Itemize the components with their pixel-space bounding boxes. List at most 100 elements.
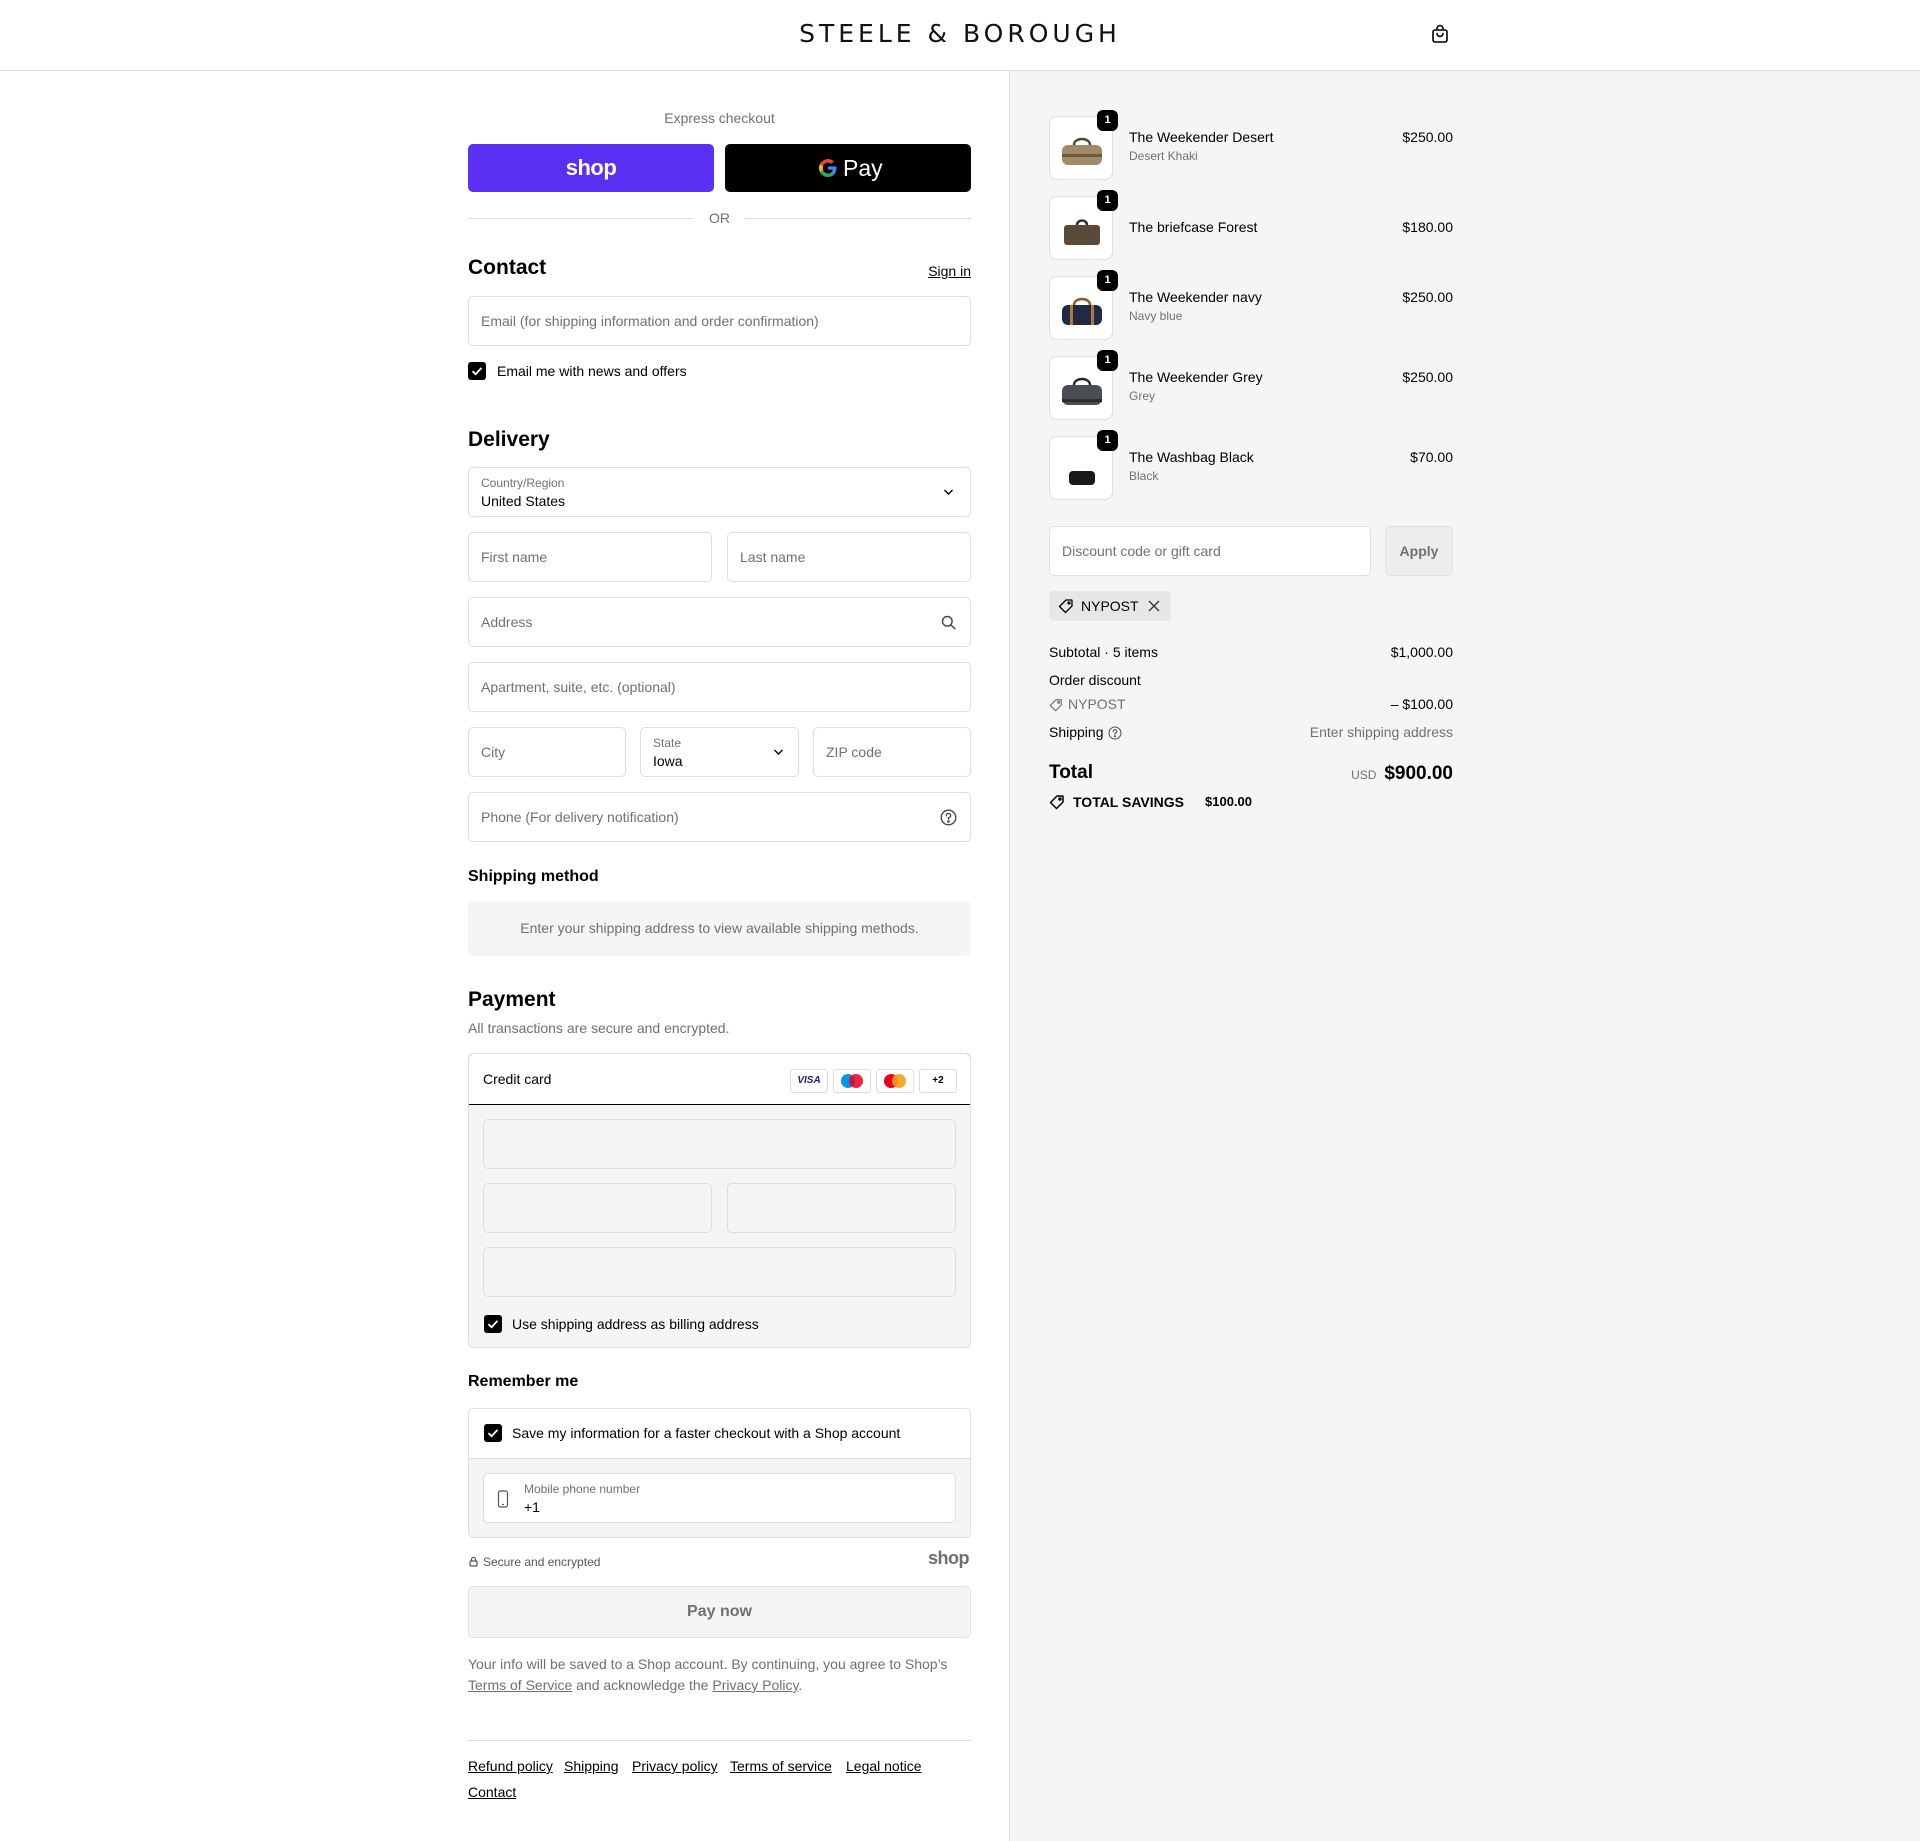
maestro-icon — [833, 1069, 871, 1093]
brand-logo[interactable]: STEELE & BOROUGH — [0, 19, 1920, 48]
order-discount-label: Order discount — [1049, 672, 1141, 688]
phone-placeholder: Phone (For delivery notification) — [481, 809, 679, 825]
state-value: Iowa — [653, 753, 683, 769]
country-select[interactable]: Country/Region United States — [468, 467, 971, 517]
total-row: Total USD $900.00 — [1049, 762, 1453, 792]
product-name: The Washbag Black — [1129, 449, 1254, 465]
total-label: Total — [1049, 762, 1093, 783]
footer-link-legal-notice[interactable]: Legal notice — [846, 1758, 922, 1774]
expiration-date-field[interactable] — [483, 1183, 712, 1233]
terms-of-service-link[interactable]: Terms of Service — [468, 1677, 572, 1693]
remove-discount-icon[interactable] — [1148, 600, 1160, 612]
remember-me-panel: Save my information for a faster checkou… — [468, 1408, 971, 1538]
first-name-field[interactable]: First name — [468, 532, 712, 582]
search-icon — [941, 615, 956, 630]
product-variant: Desert Khaki — [1129, 149, 1198, 163]
legal-text-1: Your info will be saved to a Shop accoun… — [468, 1656, 948, 1672]
address-placeholder: Address — [481, 614, 533, 630]
save-info-checkbox[interactable] — [484, 1424, 502, 1442]
google-g-icon — [817, 157, 839, 179]
chevron-down-icon — [774, 749, 783, 755]
total-savings-label: TOTAL SAVINGS — [1073, 794, 1184, 810]
credit-card-label: Credit card — [483, 1071, 552, 1087]
city-field[interactable]: City — [468, 727, 626, 777]
tag-icon — [1058, 599, 1073, 614]
applied-code-text: NYPOST — [1081, 598, 1139, 614]
discount-value: – $100.00 — [1390, 696, 1453, 712]
product-price: $70.00 — [1410, 449, 1453, 465]
legal-text-2: and acknowledge the — [576, 1677, 709, 1693]
order-discount-row: Order discount — [1049, 672, 1453, 688]
shopping-bag-icon[interactable] — [1428, 22, 1452, 46]
security-code-field[interactable] — [727, 1183, 956, 1233]
tag-icon — [1049, 795, 1064, 810]
help-icon[interactable] — [940, 809, 957, 826]
last-name-field[interactable]: Last name — [727, 532, 971, 582]
apartment-placeholder: Apartment, suite, etc. (optional) — [481, 679, 676, 695]
shipping-method-notice: Enter your shipping address to view avai… — [468, 901, 971, 956]
help-icon[interactable] — [1108, 726, 1122, 740]
footer-link-privacy-policy[interactable]: Privacy policy — [632, 1758, 718, 1774]
footer-link-contact[interactable]: Contact — [468, 1784, 516, 1800]
zip-code-field[interactable]: ZIP code — [813, 727, 971, 777]
footer-link-terms-of-service[interactable]: Terms of service — [730, 1758, 832, 1774]
apply-button[interactable]: Apply — [1385, 526, 1453, 576]
total-amount: USD $900.00 — [1351, 763, 1453, 785]
city-placeholder: City — [481, 744, 506, 760]
credit-card-option[interactable]: Credit card VISA +2 — [469, 1054, 970, 1105]
chevron-down-icon — [944, 489, 953, 495]
remember-me-heading: Remember me — [468, 1373, 579, 1390]
payment-heading: Payment — [468, 988, 556, 1011]
save-info-row[interactable]: Save my information for a faster checkou… — [469, 1409, 970, 1459]
cart-line-item: 1 The Washbag Black Black $70.00 — [1049, 430, 1453, 502]
email-field[interactable]: Email (for shipping information and orde… — [468, 296, 971, 346]
more-cards-badge: +2 — [919, 1069, 957, 1093]
mobile-phone-value: +1 — [524, 1499, 540, 1515]
legal-text-3: . — [798, 1677, 803, 1693]
product-name: The briefcase Forest — [1129, 219, 1258, 235]
phone-field[interactable]: Phone (For delivery notification) — [468, 792, 971, 842]
discount-code-placeholder: Discount code or gift card — [1062, 543, 1221, 559]
order-summary-panel: 1 The Weekender Desert Desert Khaki $250… — [1009, 71, 1920, 1841]
subtotal-value: $1,000.00 — [1390, 644, 1453, 660]
mobile-phone-field[interactable]: Mobile phone number +1 — [483, 1473, 956, 1523]
total-savings-value: $100.00 — [1205, 794, 1252, 809]
tag-icon — [1049, 699, 1062, 712]
save-info-label: Save my information for a faster checkou… — [512, 1425, 901, 1441]
or-divider-label: OR — [694, 210, 745, 226]
product-price: $180.00 — [1402, 219, 1453, 235]
discount-code-input[interactable]: Discount code or gift card — [1049, 526, 1371, 576]
quantity-badge: 1 — [1097, 110, 1118, 131]
apartment-field[interactable]: Apartment, suite, etc. (optional) — [468, 662, 971, 712]
card-number-field[interactable] — [483, 1119, 956, 1169]
privacy-policy-link[interactable]: Privacy Policy — [712, 1677, 798, 1693]
shop-pay-button[interactable]: shop — [468, 144, 714, 192]
google-pay-button[interactable]: Pay — [725, 144, 971, 192]
state-select[interactable]: State Iowa — [640, 727, 799, 777]
cart-line-item: 1 The Weekender navy Navy blue $250.00 — [1049, 270, 1453, 342]
pay-now-label: Pay now — [687, 1603, 752, 1620]
subtotal-row: Subtotal · 5 items $1,000.00 — [1049, 644, 1453, 660]
footer-divider — [468, 1740, 971, 1741]
shipping-label: Shipping — [1049, 724, 1104, 740]
product-price: $250.00 — [1402, 129, 1453, 145]
applied-discount-tag: NYPOST — [1049, 591, 1171, 621]
pay-now-button[interactable]: Pay now — [468, 1586, 971, 1638]
sign-in-link[interactable]: Sign in — [928, 263, 971, 279]
product-name: The Weekender Desert — [1129, 129, 1274, 145]
footer-link-shipping[interactable]: Shipping — [564, 1758, 619, 1774]
last-name-placeholder: Last name — [740, 549, 806, 565]
shipping-value: Enter shipping address — [1309, 724, 1453, 740]
shipping-method-message: Enter your shipping address to view avai… — [520, 920, 919, 936]
mobile-phone-label: Mobile phone number — [524, 1482, 641, 1496]
product-price: $250.00 — [1402, 369, 1453, 385]
discount-code-label: NYPOST — [1068, 696, 1126, 712]
billing-address-checkbox[interactable] — [484, 1315, 502, 1333]
name-on-card-field[interactable] — [483, 1247, 956, 1297]
contact-heading: Contact — [468, 256, 547, 279]
address-field[interactable]: Address — [468, 597, 971, 647]
footer-link-refund-policy[interactable]: Refund policy — [468, 1758, 553, 1774]
currency-code: USD — [1351, 768, 1377, 782]
newsletter-checkbox[interactable] — [468, 362, 486, 380]
apply-label: Apply — [1399, 543, 1439, 559]
